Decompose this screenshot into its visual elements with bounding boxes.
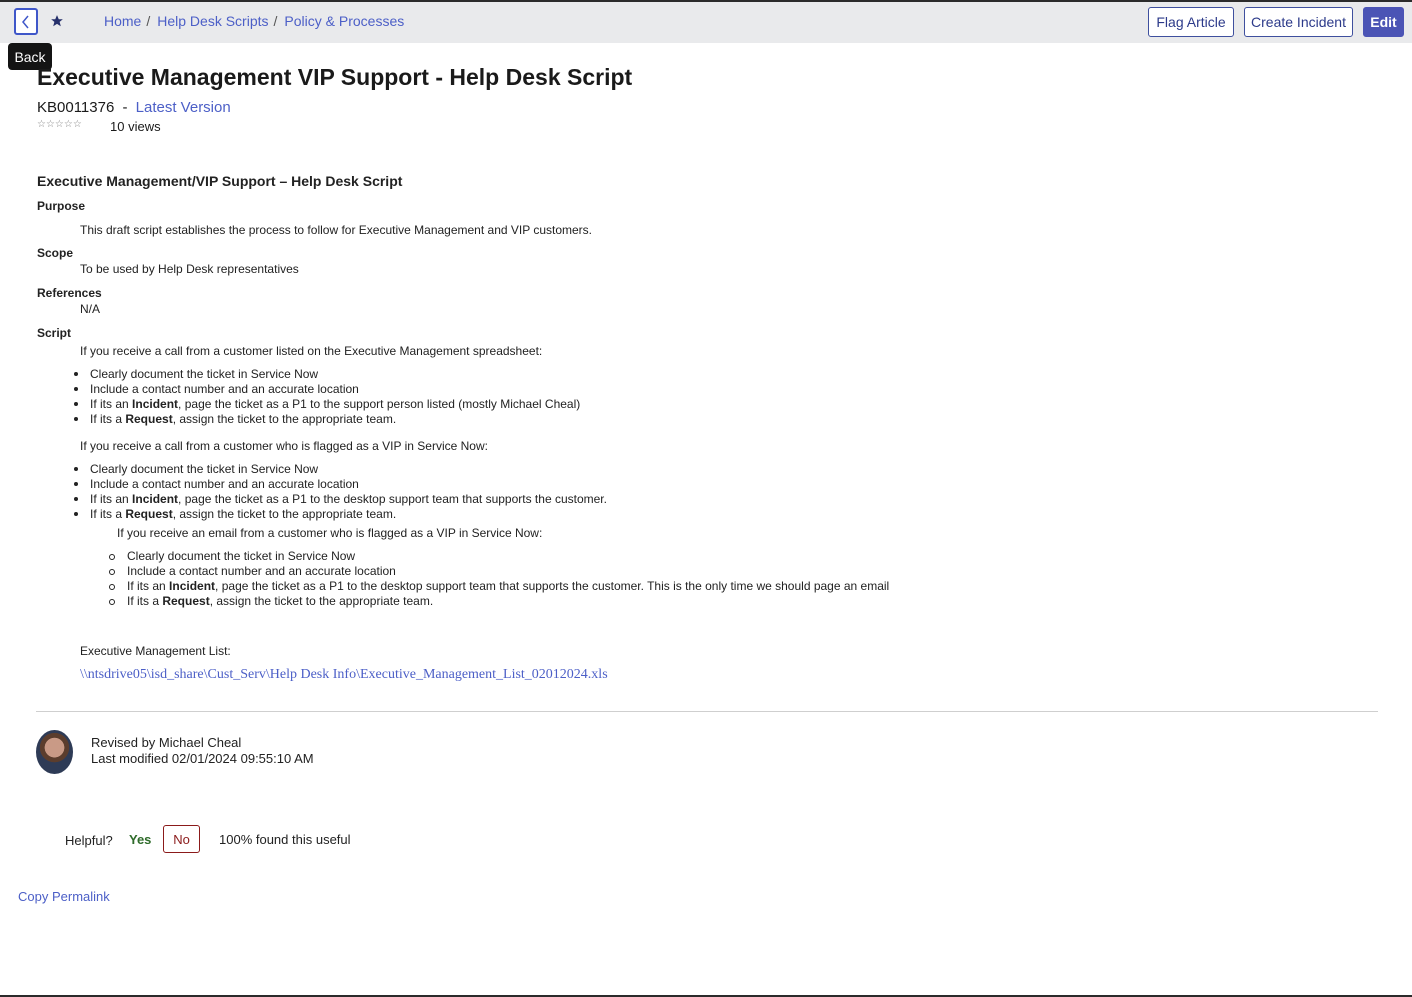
breadcrumb-help-desk-scripts[interactable]: Help Desk Scripts (157, 13, 268, 29)
list-item: Include a contact number and an accurate… (90, 477, 359, 491)
list-bullet (74, 372, 78, 376)
list-bullet (74, 497, 78, 501)
copy-permalink-link[interactable]: Copy Permalink (18, 889, 110, 904)
references-text: N/A (80, 302, 101, 316)
scope-text: To be used by Help Desk representatives (80, 262, 299, 276)
avatar[interactable] (36, 730, 73, 774)
revised-by: Revised by Michael Cheal (91, 735, 242, 750)
create-incident-button[interactable]: Create Incident (1244, 7, 1353, 37)
list-circle (109, 554, 115, 560)
list-item: If its an Incident, page the ticket as a… (90, 397, 581, 411)
rating-stars[interactable]: ☆☆☆☆☆ (37, 119, 82, 130)
view-count: 10 views (110, 119, 161, 134)
intro-executive-call: If you receive a call from a customer li… (80, 344, 543, 358)
intro-vip-call: If you receive a call from a customer wh… (80, 439, 488, 453)
purpose-label: Purpose (37, 199, 86, 213)
meta-dash: - (122, 99, 128, 116)
list-circle (109, 584, 115, 590)
revision-info: Revised by Michael Cheal Last modified 0… (91, 735, 314, 767)
helpful-label: Helpful? (65, 833, 113, 848)
list-item: Clearly document the ticket in Service N… (127, 549, 356, 563)
breadcrumb-separator: / (273, 13, 278, 29)
list-bullet (74, 512, 78, 516)
breadcrumb-separator: / (146, 13, 151, 29)
no-button[interactable]: No (163, 825, 200, 853)
useful-percentage: 100% found this useful (219, 832, 351, 847)
list-bullet (74, 482, 78, 486)
list-bullet (74, 417, 78, 421)
list-circle (109, 569, 115, 575)
list-circle (109, 599, 115, 605)
star-icon[interactable] (48, 12, 66, 30)
list-item: Clearly document the ticket in Service N… (90, 367, 319, 381)
list-bullet (74, 467, 78, 471)
scope-label: Scope (37, 246, 74, 260)
article-heading: Executive Management/VIP Support – Help … (37, 173, 403, 189)
list-item: If its a Request, assign the ticket to t… (127, 594, 434, 608)
yes-button[interactable]: Yes (129, 832, 151, 847)
list-bullet (74, 402, 78, 406)
breadcrumb: Home / Help Desk Scripts / Policy & Proc… (104, 13, 404, 29)
list-item: If its an Incident, page the ticket as a… (90, 492, 607, 506)
article-number: KB0011376 (37, 99, 115, 116)
list-item: If its an Incident, page the ticket as a… (127, 579, 890, 593)
list-item: If its a Request, assign the ticket to t… (90, 412, 397, 426)
flag-article-button[interactable]: Flag Article (1148, 7, 1234, 37)
exec-list-label: Executive Management List: (80, 644, 231, 658)
list-bullet (74, 387, 78, 391)
purpose-text: This draft script establishes the proces… (80, 223, 593, 237)
last-modified: Last modified 02/01/2024 09:55:10 AM (91, 751, 314, 766)
script-label: Script (37, 326, 72, 340)
back-button[interactable] (14, 8, 38, 35)
article-meta: KB0011376 - Latest Version (37, 99, 231, 116)
edit-button[interactable]: Edit (1363, 7, 1404, 37)
list-item: Clearly document the ticket in Service N… (90, 462, 319, 476)
latest-version-link[interactable]: Latest Version (136, 99, 231, 116)
breadcrumb-home[interactable]: Home (104, 13, 141, 29)
divider (36, 711, 1378, 712)
intro-vip-email: If you receive an email from a customer … (117, 526, 543, 540)
list-item: If its a Request, assign the ticket to t… (90, 507, 397, 521)
references-label: References (37, 286, 102, 300)
article-title: Executive Management VIP Support - Help … (37, 64, 633, 90)
top-bar: Home / Help Desk Scripts / Policy & Proc… (0, 2, 1412, 43)
breadcrumb-policy-processes[interactable]: Policy & Processes (284, 13, 404, 29)
chevron-left-icon (22, 15, 29, 28)
exec-list-link[interactable]: \\ntsdrive05\isd_share\Cust_Serv\Help De… (80, 667, 608, 683)
list-item: Include a contact number and an accurate… (90, 382, 359, 396)
list-item: Include a contact number and an accurate… (127, 564, 396, 578)
